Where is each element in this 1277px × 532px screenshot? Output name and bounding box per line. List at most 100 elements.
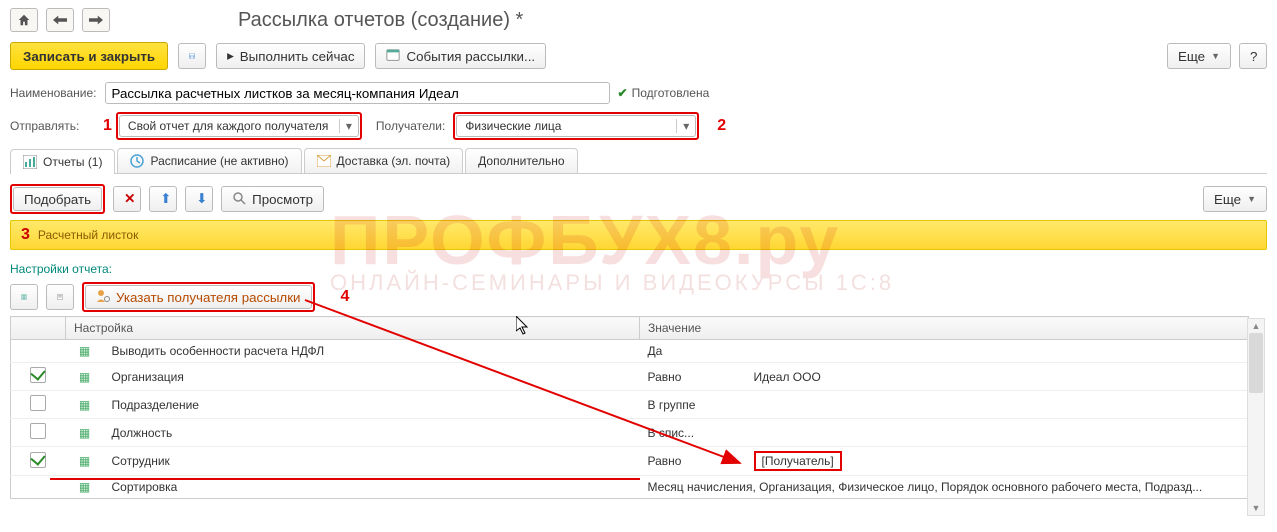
table-row[interactable]: ▦ Организация Равно Идеал ООО <box>11 363 1249 391</box>
send-dropdown[interactable]: Свой отчет для каждого получателя ▾ <box>119 115 359 137</box>
setting-value: Равно <box>640 447 746 476</box>
table-row[interactable]: ▦ Выводить особенности расчета НДФЛ Да <box>11 340 1249 363</box>
name-label: Наименование: <box>10 86 97 100</box>
annotation-3: 3 <box>21 226 30 244</box>
checkbox[interactable] <box>30 367 46 383</box>
scroll-up-icon: ▲ <box>1248 319 1264 333</box>
magnifier-icon <box>232 191 246 208</box>
more-button-panel[interactable]: Еще ▼ <box>1203 186 1267 212</box>
setting-icon: ▦ <box>79 344 90 358</box>
report-icon <box>23 155 37 169</box>
highlight-box-4: Указать получателя рассылки <box>82 282 315 312</box>
setting-value: В группе <box>640 391 1249 419</box>
events-button[interactable]: События рассылки... <box>375 43 546 69</box>
setting-value: В спис... <box>640 419 1249 447</box>
prepared-label: Подготовлена <box>632 86 710 100</box>
help-button[interactable]: ? <box>1239 43 1267 69</box>
col-value: Значение <box>640 317 1249 340</box>
annotation-4: 4 <box>341 288 350 306</box>
name-input[interactable] <box>105 82 610 104</box>
chevron-down-icon: ▾ <box>676 119 695 133</box>
move-down-button[interactable]: ⬇ <box>185 186 213 212</box>
setting-name: Выводить особенности расчета НДФЛ <box>104 340 640 363</box>
vertical-scrollbar[interactable]: ▲ ▼ <box>1247 318 1265 516</box>
execute-now-label: Выполнить сейчас <box>240 49 355 64</box>
checkbox[interactable] <box>30 395 46 411</box>
annotation-1: 1 <box>103 117 112 135</box>
setting-icon: ▦ <box>79 454 90 468</box>
selected-report-row[interactable]: 3 Расчетный листок <box>10 220 1267 250</box>
checkbox[interactable] <box>30 423 46 439</box>
setting-value: Да <box>640 340 1249 363</box>
more-label: Еще <box>1214 192 1241 207</box>
back-button[interactable] <box>46 8 74 32</box>
mouse-cursor-icon <box>516 316 532 336</box>
highlight-box-1: Свой отчет для каждого получателя ▾ <box>116 112 362 140</box>
table-row[interactable]: ▦ Сотрудник Равно [Получатель] <box>11 447 1249 476</box>
annotation-2: 2 <box>717 117 726 135</box>
send-label: Отправлять: <box>10 119 95 133</box>
scroll-thumb[interactable] <box>1249 333 1263 393</box>
forward-button[interactable] <box>82 8 110 32</box>
setting-value2: Идеал ООО <box>746 363 1249 391</box>
tab-schedule[interactable]: Расписание (не активно) <box>117 148 301 173</box>
settings-title: Настройки отчета: <box>10 262 1267 276</box>
highlight-box-2: Физические лица ▾ <box>453 112 699 140</box>
send-value: Свой отчет для каждого получателя <box>120 119 339 133</box>
tab-additional[interactable]: Дополнительно <box>465 148 577 173</box>
settings-table: Настройка Значение ▦ Выводить особенност… <box>10 316 1249 499</box>
setting-icon: ▦ <box>79 480 90 494</box>
move-up-button[interactable]: ⬆ <box>149 186 177 212</box>
col-setting: Настройка <box>66 317 640 340</box>
mail-icon <box>317 154 331 168</box>
execute-now-button[interactable]: ▸ Выполнить сейчас <box>216 43 365 69</box>
setting-value: Месяц начисления, Организация, Физическо… <box>640 476 1249 499</box>
tab-additional-label: Дополнительно <box>478 154 564 168</box>
calendar-icon <box>386 48 400 65</box>
preview-button[interactable]: Просмотр <box>221 186 324 212</box>
tab-delivery-label: Доставка (эл. почта) <box>337 154 451 168</box>
check-icon: ✔ <box>618 86 628 100</box>
page-title: Рассылка отчетов (создание) * <box>238 9 523 32</box>
specify-recipient-button[interactable]: Указать получателя рассылки <box>85 285 312 309</box>
annotation-underline <box>50 478 640 480</box>
home-button[interactable] <box>10 8 38 32</box>
setting-value2: [Получатель] <box>746 447 1249 476</box>
chevron-down-icon: ▼ <box>1211 51 1220 61</box>
setting-icon: ▦ <box>79 426 90 440</box>
recipients-label: Получатели: <box>376 119 445 133</box>
tab-delivery[interactable]: Доставка (эл. почта) <box>304 148 464 173</box>
setting-name: Должность <box>104 419 640 447</box>
recipient-icon <box>96 289 110 306</box>
recipient-placeholder-highlight: [Получатель] <box>754 451 842 471</box>
recipients-dropdown[interactable]: Физические лица ▾ <box>456 115 696 137</box>
arrow-down-icon: ⬇ <box>196 191 207 207</box>
more-button-top[interactable]: Еще ▼ <box>1167 43 1231 69</box>
setting-name: Сотрудник <box>104 447 640 476</box>
arrow-up-icon: ⬆ <box>160 191 171 207</box>
table-row[interactable]: ▦ Подразделение В группе <box>11 391 1249 419</box>
save-button[interactable] <box>178 43 206 69</box>
select-button[interactable]: Подобрать <box>13 187 102 211</box>
tab-reports[interactable]: Отчеты (1) <box>10 149 115 174</box>
setting-name: Организация <box>104 363 640 391</box>
table-row[interactable]: ▦ Должность В спис... <box>11 419 1249 447</box>
prepared-checkbox[interactable]: ✔ Подготовлена <box>618 86 710 100</box>
table-header-row: Настройка Значение <box>11 317 1249 340</box>
save-close-button[interactable]: Записать и закрыть <box>10 42 168 70</box>
scroll-down-icon: ▼ <box>1248 501 1264 515</box>
tab-schedule-label: Расписание (не активно) <box>150 154 288 168</box>
settings-icon-button-2[interactable] <box>46 284 74 310</box>
delete-button[interactable]: ✕ <box>113 186 141 212</box>
settings-icon-button-1[interactable] <box>10 284 38 310</box>
clock-icon <box>130 154 144 168</box>
play-icon: ▸ <box>227 48 234 64</box>
recipients-value: Физические лица <box>457 119 676 133</box>
selected-report-label: Расчетный листок <box>38 228 138 242</box>
preview-label: Просмотр <box>252 192 313 207</box>
more-label: Еще <box>1178 49 1205 64</box>
highlight-box-select: Подобрать <box>10 184 105 214</box>
checkbox[interactable] <box>30 452 46 468</box>
setting-value: Равно <box>640 363 746 391</box>
delete-icon: ✕ <box>124 191 135 207</box>
